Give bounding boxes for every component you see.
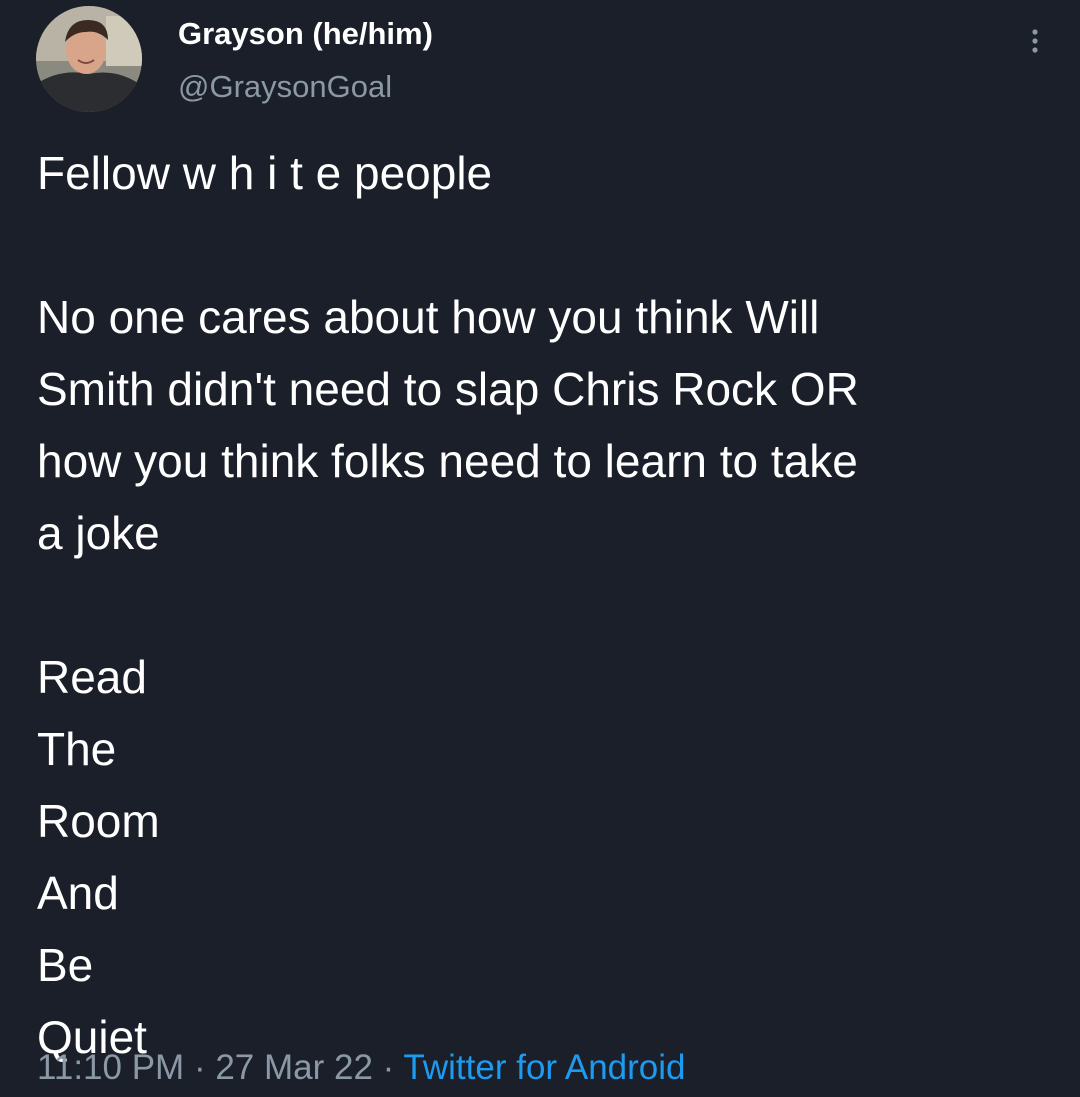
tweet-metadata: 11:10 PM · 27 Mar 22 · Twitter for Andro… xyxy=(37,1048,686,1088)
tweet-date[interactable]: 27 Mar 22 xyxy=(215,1048,373,1087)
tweet-line: No one cares about how you think Will xyxy=(37,291,820,343)
tweet-source-link[interactable]: Twitter for Android xyxy=(403,1048,685,1087)
tweet-line: Fellow w h i t e people xyxy=(37,147,493,199)
profile-photo xyxy=(36,6,142,112)
tweet-line: And xyxy=(37,867,119,919)
more-options-button[interactable] xyxy=(1018,24,1052,58)
tweet-line: The xyxy=(37,723,117,775)
tweet-line: Be xyxy=(37,939,94,991)
tweet-text: Fellow w h i t e people No one cares abo… xyxy=(37,137,1047,1073)
user-handle[interactable]: @GraysonGoal xyxy=(178,69,392,105)
tweet-line: Room xyxy=(37,795,160,847)
avatar[interactable] xyxy=(36,6,142,112)
tweet-line: a joke xyxy=(37,507,160,559)
meta-separator: · xyxy=(382,1048,395,1087)
meta-separator: · xyxy=(193,1048,206,1087)
more-vertical-icon xyxy=(1032,29,1038,53)
tweet-line: Read xyxy=(37,651,147,703)
tweet-line: how you think folks need to learn to tak… xyxy=(37,435,858,487)
display-name[interactable]: Grayson (he/him) xyxy=(178,16,433,52)
tweet-line xyxy=(37,569,1047,641)
tweet-time[interactable]: 11:10 PM xyxy=(37,1048,184,1087)
tweet-line: Smith didn't need to slap Chris Rock OR xyxy=(37,363,859,415)
tweet-line xyxy=(37,209,1047,281)
